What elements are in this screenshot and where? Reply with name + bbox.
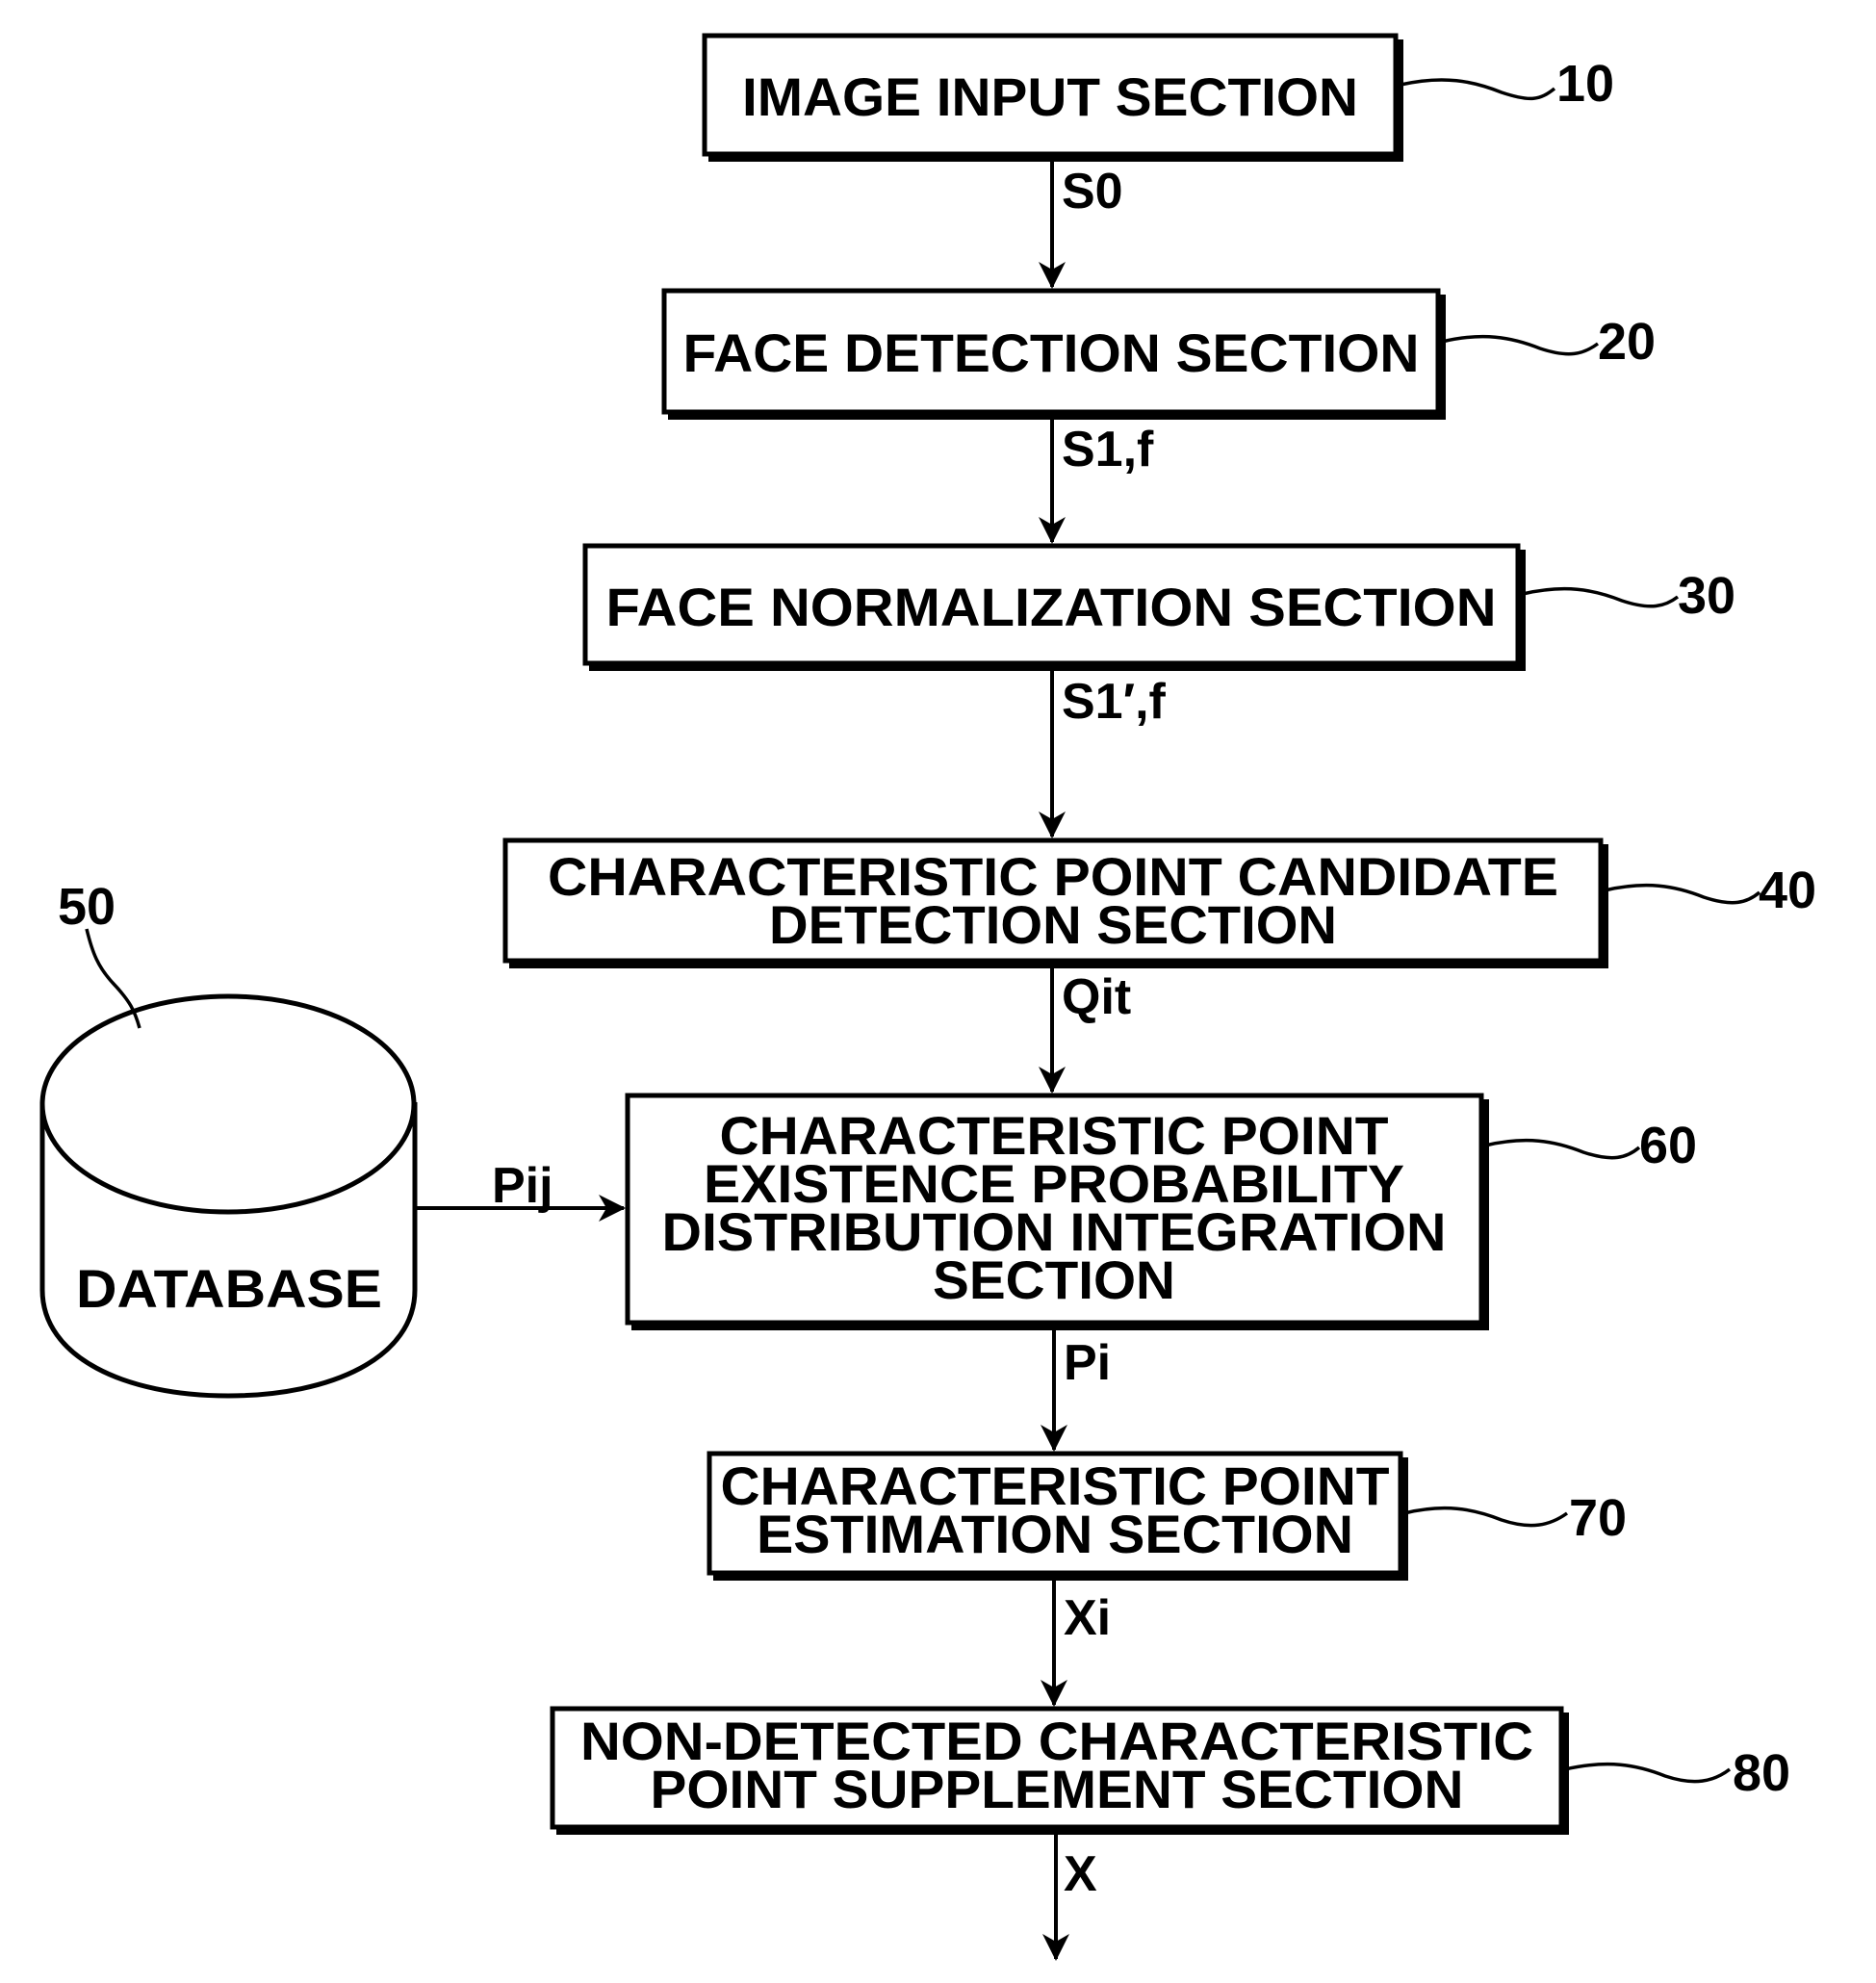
block-image-input: IMAGE INPUT SECTION — [702, 33, 1403, 162]
signal-label-pi: Pi — [1064, 1335, 1111, 1391]
block-label-line-2: DETECTION SECTION — [769, 894, 1337, 955]
signal-labels: S0 S1,f S1′,f Qit Pij Pi Xi X — [492, 164, 1167, 1902]
ref-numeral-30: 30 — [1678, 567, 1735, 625]
block-diagram: IMAGE INPUT SECTION FACE DETECTION SECTI… — [39, 33, 1816, 1961]
leader-10 — [1400, 78, 1556, 101]
block-label: IMAGE INPUT SECTION — [742, 66, 1358, 127]
block-face-normalization: FACE NORMALIZATION SECTION — [582, 543, 1526, 671]
flow-arrows — [417, 159, 1069, 1961]
leader-30 — [1522, 586, 1680, 608]
leader-60 — [1484, 1138, 1641, 1160]
ref-numeral-80: 80 — [1733, 1744, 1790, 1802]
ref-numeral-10: 10 — [1556, 55, 1614, 113]
leader-80 — [1564, 1762, 1732, 1784]
signal-label-s1prime-f: S1′,f — [1062, 674, 1167, 730]
block-point-estimation: CHARACTERISTIC POINT ESTIMATION SECTION — [707, 1451, 1408, 1581]
ref-numeral-60: 60 — [1639, 1117, 1697, 1174]
block-point-supplement: NON-DETECTED CHARACTERISTIC POINT SUPPLE… — [550, 1706, 1569, 1835]
signal-label-pij: Pij — [492, 1158, 553, 1214]
signal-label-xi: Xi — [1064, 1590, 1111, 1646]
block-label-line-2: ESTIMATION SECTION — [757, 1504, 1353, 1564]
ref-numeral-20: 20 — [1598, 313, 1656, 371]
block-candidate-detection: CHARACTERISTIC POINT CANDIDATE DETECTION… — [502, 837, 1608, 968]
block-label: FACE NORMALIZATION SECTION — [606, 577, 1497, 637]
block-probability-integration: CHARACTERISTIC POINT EXISTENCE PROBABILI… — [625, 1093, 1489, 1330]
signal-label-s0: S0 — [1062, 164, 1123, 219]
database-label: DATABASE — [76, 1258, 382, 1319]
leader-20 — [1441, 334, 1600, 356]
ref-numeral-70: 70 — [1569, 1489, 1627, 1547]
leader-40 — [1604, 883, 1761, 905]
signal-label-s1f: S1,f — [1062, 422, 1154, 477]
ref-numeral-50: 50 — [58, 878, 116, 936]
signal-label-x: X — [1064, 1846, 1097, 1902]
block-label: FACE DETECTION SECTION — [683, 322, 1420, 383]
block-label-line-4: SECTION — [933, 1249, 1175, 1310]
ref-numeral-40: 40 — [1759, 862, 1816, 919]
database-top — [39, 993, 417, 1215]
signal-label-qit: Qit — [1062, 969, 1131, 1025]
block-label-line-2: POINT SUPPLEMENT SECTION — [651, 1759, 1464, 1819]
leader-70 — [1403, 1506, 1569, 1528]
block-face-detection: FACE DETECTION SECTION — [661, 288, 1446, 420]
database-cylinder: DATABASE — [39, 993, 418, 1399]
